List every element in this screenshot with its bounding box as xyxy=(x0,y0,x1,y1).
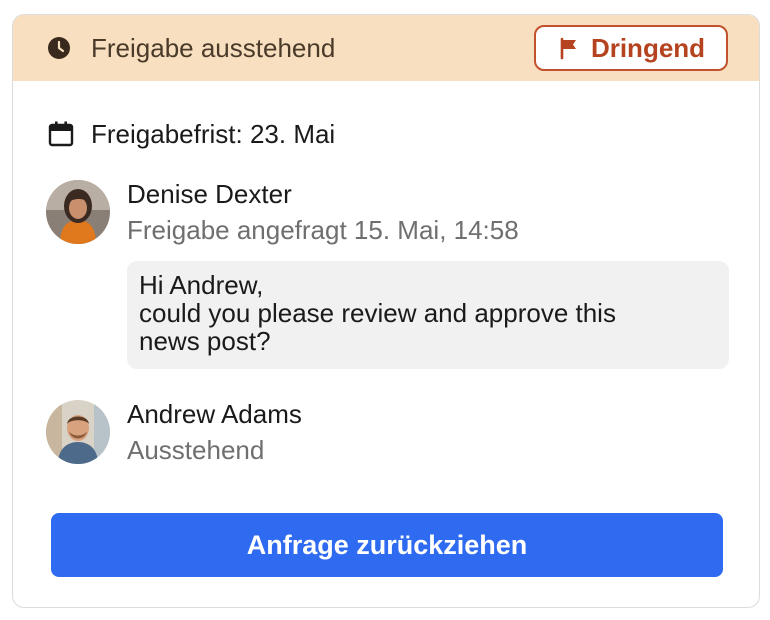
request-message: Hi Andrew, could you please review and a… xyxy=(127,261,729,369)
message-line: Hi Andrew, xyxy=(139,270,264,300)
request-timestamp: Freigabe angefragt 15. Mai, 14:58 xyxy=(127,215,519,245)
withdraw-request-button[interactable]: Anfrage zurückziehen xyxy=(51,513,723,577)
approval-status-text: Freigabe ausstehend xyxy=(91,33,336,63)
calendar-icon xyxy=(48,121,74,147)
approver-name: Andrew Adams xyxy=(127,399,302,429)
requester-avatar-image xyxy=(46,180,110,244)
requester-name: Denise Dexter xyxy=(127,179,292,209)
approver-status: Ausstehend xyxy=(127,435,265,465)
urgent-badge: Dringend xyxy=(534,25,728,71)
flag-icon xyxy=(560,37,576,60)
approval-status-header: Freigabe ausstehend Dringend xyxy=(13,15,759,81)
deadline-text: Freigabefrist: 23. Mai xyxy=(91,119,336,149)
approval-card: Freigabe ausstehend Dringend Freigabefri… xyxy=(12,14,760,608)
avatar xyxy=(46,180,110,244)
message-line: could you please review and approve this xyxy=(139,298,616,328)
clock-icon xyxy=(48,37,70,59)
approval-deadline: Freigabefrist: 23. Mai xyxy=(47,119,335,149)
approver-avatar-image xyxy=(46,400,110,464)
avatar xyxy=(46,400,110,464)
urgent-badge-label: Dringend xyxy=(590,33,706,63)
message-line: news post? xyxy=(139,326,271,356)
